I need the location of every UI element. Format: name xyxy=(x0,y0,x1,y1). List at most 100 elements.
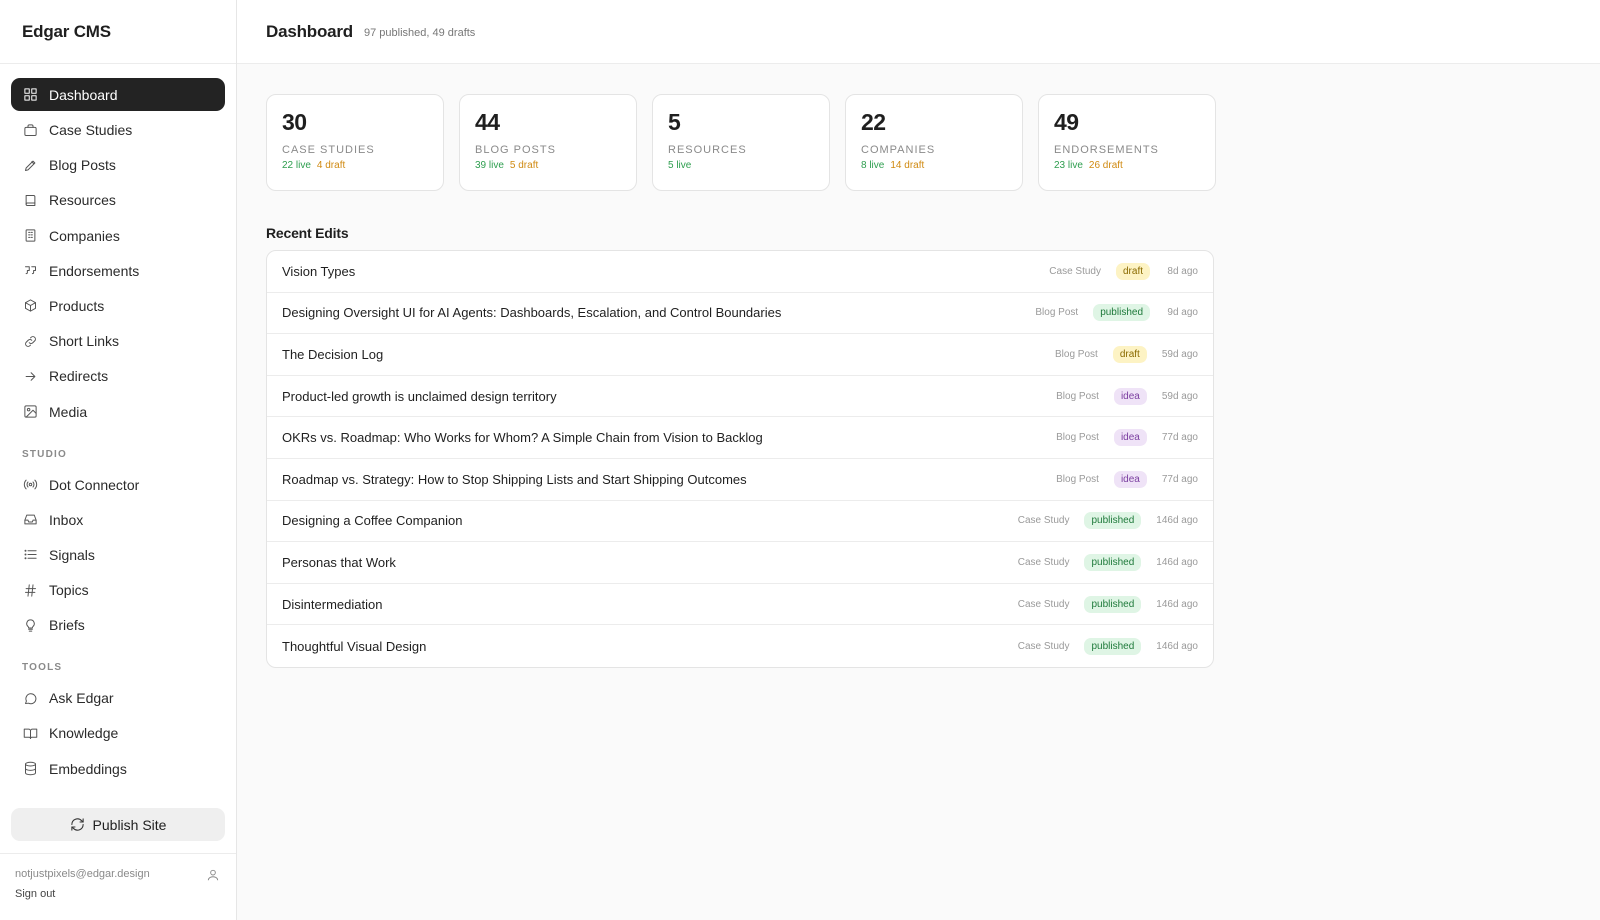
table-row[interactable]: Vision Types Case Study draft 8d ago xyxy=(267,251,1213,293)
table-row[interactable]: The Decision Log Blog Post draft 59d ago xyxy=(267,334,1213,376)
sidebar-item-label: Inbox xyxy=(49,511,84,528)
refresh-icon xyxy=(70,818,84,831)
row-type: Blog Post xyxy=(1056,432,1099,444)
page-title: Dashboard xyxy=(266,21,353,41)
stat-card-case-studies[interactable]: 30 CASE STUDIES 22 live 4 draft xyxy=(266,94,444,191)
row-timestamp: 9d ago xyxy=(1167,307,1198,319)
stat-card-resources[interactable]: 5 RESOURCES 5 live xyxy=(652,94,830,191)
sidebar-item-label: Ask Edgar xyxy=(49,690,114,707)
stat-meta: 8 live 14 draft xyxy=(861,160,1007,171)
stat-label: ENDORSEMENTS xyxy=(1054,144,1159,156)
row-type: Blog Post xyxy=(1035,307,1079,319)
sidebar-item-label: Short Links xyxy=(49,333,120,350)
chat-icon xyxy=(22,690,38,706)
row-timestamp: 59d ago xyxy=(1161,390,1198,402)
status-badge: published xyxy=(1084,637,1142,655)
sidebar-item-label: Signals xyxy=(49,546,95,563)
stat-meta: 22 live 4 draft xyxy=(282,160,428,171)
stat-draft-count: 26 draft xyxy=(1088,160,1123,171)
sidebar-item-blog-posts[interactable]: Blog Posts xyxy=(11,148,225,182)
row-title: Product-led growth is unclaimed design t… xyxy=(282,388,557,404)
sidebar-item-case-studies[interactable]: Case Studies xyxy=(11,113,225,147)
row-timestamp: 77d ago xyxy=(1161,432,1198,444)
brand-logo[interactable]: Edgar CMS xyxy=(0,0,236,64)
building-icon xyxy=(22,228,38,244)
sidebar-item-redirects[interactable]: Redirects xyxy=(11,359,225,393)
grid-icon xyxy=(22,87,38,103)
status-badge: published xyxy=(1084,553,1142,571)
row-type: Blog Post xyxy=(1055,348,1098,360)
arrow-right-icon xyxy=(22,368,38,384)
sidebar-item-briefs[interactable]: Briefs xyxy=(11,608,225,642)
table-row[interactable]: Roadmap vs. Strategy: How to Stop Shippi… xyxy=(267,459,1213,501)
sidebar-item-knowledge[interactable]: Knowledge xyxy=(11,716,225,750)
quote-icon xyxy=(22,263,38,279)
stat-card-blog-posts[interactable]: 44 BLOG POSTS 39 live 5 draft xyxy=(459,94,637,191)
row-title: Personas that Work xyxy=(282,554,396,570)
sidebar-item-label: Redirects xyxy=(49,368,109,385)
dashboard-content: 30 CASE STUDIES 22 live 4 draft 44 BLOG POSTS… xyxy=(237,64,1600,668)
sidebar-item-products[interactable]: Products xyxy=(11,289,225,323)
row-title: Roadmap vs. Strategy: How to Stop Shippi… xyxy=(282,471,747,487)
book-icon xyxy=(22,192,38,208)
sidebar-item-embeddings[interactable]: Embeddings xyxy=(11,752,225,786)
sidebar-item-label: Dashboard xyxy=(49,86,118,103)
row-title: The Decision Log xyxy=(282,346,384,362)
sidebar-item-endorsements[interactable]: Endorsements xyxy=(11,254,225,288)
sidebar-item-dot-connector[interactable]: Dot Connector xyxy=(11,468,225,502)
stat-draft-count: 4 draft xyxy=(316,160,346,171)
sidebar-item-inbox[interactable]: Inbox xyxy=(11,503,225,537)
sidebar-item-dashboard[interactable]: Dashboard xyxy=(11,78,225,111)
stat-value: 30 xyxy=(282,109,307,135)
stat-live-count: 23 live xyxy=(1054,160,1083,171)
stat-card-companies[interactable]: 22 COMPANIES 8 live 14 draft xyxy=(845,94,1023,191)
user-icon[interactable] xyxy=(206,868,220,882)
sidebar-item-resources[interactable]: Resources xyxy=(11,183,225,217)
stat-label: RESOURCES xyxy=(668,144,747,156)
package-icon xyxy=(22,298,38,314)
image-icon xyxy=(22,404,38,420)
table-row[interactable]: Thoughtful Visual Design Case Study publis… xyxy=(267,625,1213,667)
recent-edits-list: Vision Types Case Study draft 8d ago Designi… xyxy=(266,250,1214,668)
sidebar-item-label: Blog Posts xyxy=(49,157,116,174)
sign-out-link[interactable]: Sign out xyxy=(15,888,55,900)
table-row[interactable]: Disintermediation Case Study published 146d… xyxy=(267,584,1213,626)
sidebar-item-short-links[interactable]: Short Links xyxy=(11,324,225,358)
stat-live-count: 39 live xyxy=(475,160,504,171)
row-timestamp: 77d ago xyxy=(1161,473,1198,485)
row-timestamp: 8d ago xyxy=(1167,265,1198,277)
stat-live-count: 8 live xyxy=(861,160,885,171)
table-row[interactable]: Designing Oversight UI for AI Agents: Da… xyxy=(267,293,1213,335)
stats-row: 30 CASE STUDIES 22 live 4 draft 44 BLOG POSTS… xyxy=(266,94,1600,191)
table-row[interactable]: Product-led growth is unclaimed design t… xyxy=(267,376,1213,418)
row-type: Blog Post xyxy=(1056,390,1099,402)
row-title: Designing a Coffee Companion xyxy=(282,513,463,529)
status-badge: idea xyxy=(1113,429,1147,447)
stat-value: 49 xyxy=(1054,109,1079,135)
stat-draft-count: 5 draft xyxy=(509,160,539,171)
sidebar-item-label: Products xyxy=(49,297,105,314)
publish-site-button[interactable]: Publish Site xyxy=(11,808,225,841)
row-timestamp: 146d ago xyxy=(1156,515,1198,527)
status-badge: published xyxy=(1084,595,1142,613)
sidebar-item-label: Case Studies xyxy=(49,122,133,138)
stat-value: 22 xyxy=(861,109,886,135)
sidebar-item-topics[interactable]: Topics xyxy=(11,573,225,607)
stat-card-endorsements[interactable]: 49 ENDORSEMENTS 23 live 26 draft xyxy=(1038,94,1216,191)
section-label-tools: TOOLS xyxy=(22,662,63,674)
row-title: Designing Oversight UI for AI Agents: Da… xyxy=(282,305,782,321)
sidebar-item-companies[interactable]: Companies xyxy=(11,219,225,253)
table-row[interactable]: Designing a Coffee Companion Case Study pu… xyxy=(267,501,1213,543)
table-row[interactable]: OKRs vs. Roadmap: Who Works for Whom? A … xyxy=(267,417,1213,459)
table-row[interactable]: Personas that Work Case Study published 146… xyxy=(267,542,1213,584)
sidebar-item-ask-edgar[interactable]: Ask Edgar xyxy=(11,681,225,715)
sidebar-item-media[interactable]: Media xyxy=(11,395,225,429)
stat-label: BLOG POSTS xyxy=(475,144,556,156)
sidebar-item-label: Dot Connector xyxy=(49,476,140,493)
sidebar-item-label: Resources xyxy=(49,192,116,209)
row-timestamp: 146d ago xyxy=(1156,556,1198,568)
list-icon xyxy=(22,547,38,563)
sidebar-item-signals[interactable]: Signals xyxy=(11,538,225,572)
section-label-studio: STUDIO xyxy=(22,448,67,460)
inbox-icon xyxy=(22,512,38,528)
